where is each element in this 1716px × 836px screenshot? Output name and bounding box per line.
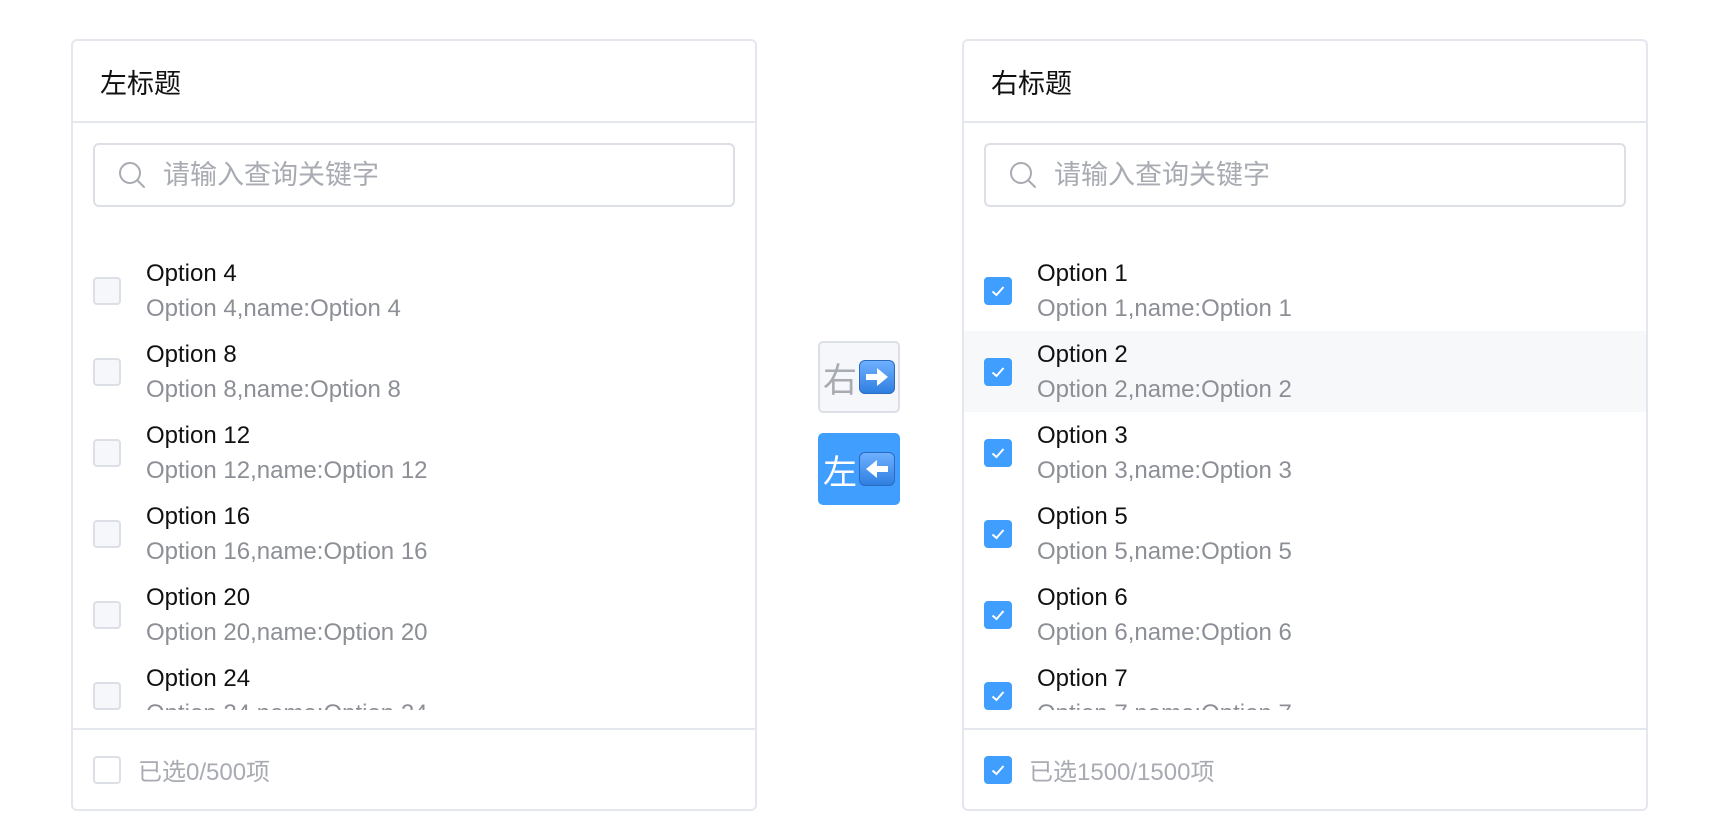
item-description: Option 6,name:Option 6 [1037, 619, 1292, 646]
left-panel-title: 左标题 [73, 41, 755, 123]
check-icon [991, 609, 1005, 620]
move-right-label: 右 [823, 360, 857, 401]
item-label: Option 1 [1037, 260, 1128, 287]
item-checkbox[interactable] [984, 438, 1012, 467]
move-left-label: 左 [823, 452, 857, 493]
list-item[interactable]: Option 8 Option 8,name:Option 8 [73, 331, 755, 412]
right-option-list[interactable]: Option 1 Option 1,name:Option 1 Option 2… [964, 250, 1646, 710]
check-icon [991, 690, 1005, 701]
right-search-input[interactable] [1054, 159, 1574, 191]
list-item[interactable]: Option 3 Option 3,name:Option 3 [964, 412, 1646, 493]
item-description: Option 1,name:Option 1 [1037, 295, 1292, 322]
list-item[interactable]: Option 20 Option 20,name:Option 20 [73, 574, 755, 655]
list-item[interactable]: Option 7 Option 7,name:Option 7 [964, 655, 1646, 710]
item-checkbox[interactable] [93, 519, 121, 548]
right-search-box[interactable] [984, 143, 1626, 207]
item-label: Option 6 [1037, 584, 1128, 611]
select-all-checkbox[interactable] [984, 755, 1012, 784]
list-item[interactable]: Option 1 Option 1,name:Option 1 [964, 250, 1646, 331]
check-icon [991, 528, 1005, 539]
left-transfer-panel: 左标题 Option 4 Option 4,name:Option 4 [71, 39, 757, 811]
item-checkbox[interactable] [984, 519, 1012, 548]
item-description: Option 16,name:Option 16 [146, 538, 428, 565]
list-item[interactable]: Option 2 Option 2,name:Option 2 [964, 331, 1646, 412]
item-label: Option 5 [1037, 503, 1128, 530]
item-label: Option 8 [146, 341, 237, 368]
item-description: Option 4,name:Option 4 [146, 295, 401, 322]
item-checkbox[interactable] [93, 681, 121, 710]
item-label: Option 2 [1037, 341, 1128, 368]
item-description: Option 2,name:Option 2 [1037, 376, 1292, 403]
item-description: Option 5,name:Option 5 [1037, 538, 1292, 565]
search-icon [119, 162, 145, 188]
item-label: Option 7 [1037, 665, 1128, 692]
right-transfer-panel: 右标题 Option 1 Option 1,name:Option 1 [962, 39, 1648, 811]
right-panel-footer: 已选1500/1500项 [964, 728, 1646, 809]
right-arrow-icon [859, 360, 895, 394]
item-label: Option 16 [146, 503, 251, 530]
check-icon [991, 447, 1005, 458]
item-label: Option 3 [1037, 422, 1128, 449]
item-checkbox[interactable] [984, 276, 1012, 305]
selection-count: 已选0/500项 [138, 759, 271, 786]
item-checkbox[interactable] [984, 681, 1012, 710]
left-search-box[interactable] [93, 143, 735, 207]
item-description: Option 12,name:Option 12 [146, 457, 428, 484]
check-icon [991, 285, 1005, 296]
list-item[interactable]: Option 6 Option 6,name:Option 6 [964, 574, 1646, 655]
list-item[interactable]: Option 5 Option 5,name:Option 5 [964, 493, 1646, 574]
item-label: Option 4 [146, 260, 237, 287]
item-label: Option 12 [146, 422, 251, 449]
item-checkbox[interactable] [93, 276, 121, 305]
select-all-checkbox[interactable] [93, 755, 121, 784]
right-panel-title: 右标题 [964, 41, 1646, 123]
list-item[interactable]: Option 16 Option 16,name:Option 16 [73, 493, 755, 574]
item-description: Option 24,name:Option 24 [146, 696, 428, 710]
list-item[interactable]: Option 4 Option 4,name:Option 4 [73, 250, 755, 331]
move-to-left-button[interactable]: 左 [818, 433, 900, 505]
check-icon [991, 764, 1005, 775]
left-arrow-icon [859, 452, 895, 486]
item-checkbox[interactable] [93, 438, 121, 467]
item-description: Option 7,name:Option 7 [1037, 696, 1292, 710]
search-icon [1010, 162, 1036, 188]
list-item[interactable]: Option 12 Option 12,name:Option 12 [73, 412, 755, 493]
selection-count: 已选1500/1500项 [1029, 759, 1215, 786]
check-icon [991, 366, 1005, 377]
left-option-list[interactable]: Option 4 Option 4,name:Option 4 Option 8… [73, 250, 755, 710]
item-checkbox[interactable] [93, 357, 121, 386]
left-search-input[interactable] [163, 159, 683, 191]
item-checkbox[interactable] [984, 600, 1012, 629]
list-item[interactable]: Option 24 Option 24,name:Option 24 [73, 655, 755, 710]
left-panel-footer: 已选0/500项 [73, 728, 755, 809]
item-label: Option 24 [146, 665, 251, 692]
move-to-right-button[interactable]: 右 [818, 341, 900, 413]
transfer-component: 左标题 Option 4 Option 4,name:Option 4 [0, 0, 1716, 836]
item-description: Option 20,name:Option 20 [146, 619, 428, 646]
item-label: Option 20 [146, 584, 251, 611]
item-description: Option 3,name:Option 3 [1037, 457, 1292, 484]
item-description: Option 8,name:Option 8 [146, 376, 401, 403]
item-checkbox[interactable] [93, 600, 121, 629]
item-checkbox[interactable] [984, 357, 1012, 386]
